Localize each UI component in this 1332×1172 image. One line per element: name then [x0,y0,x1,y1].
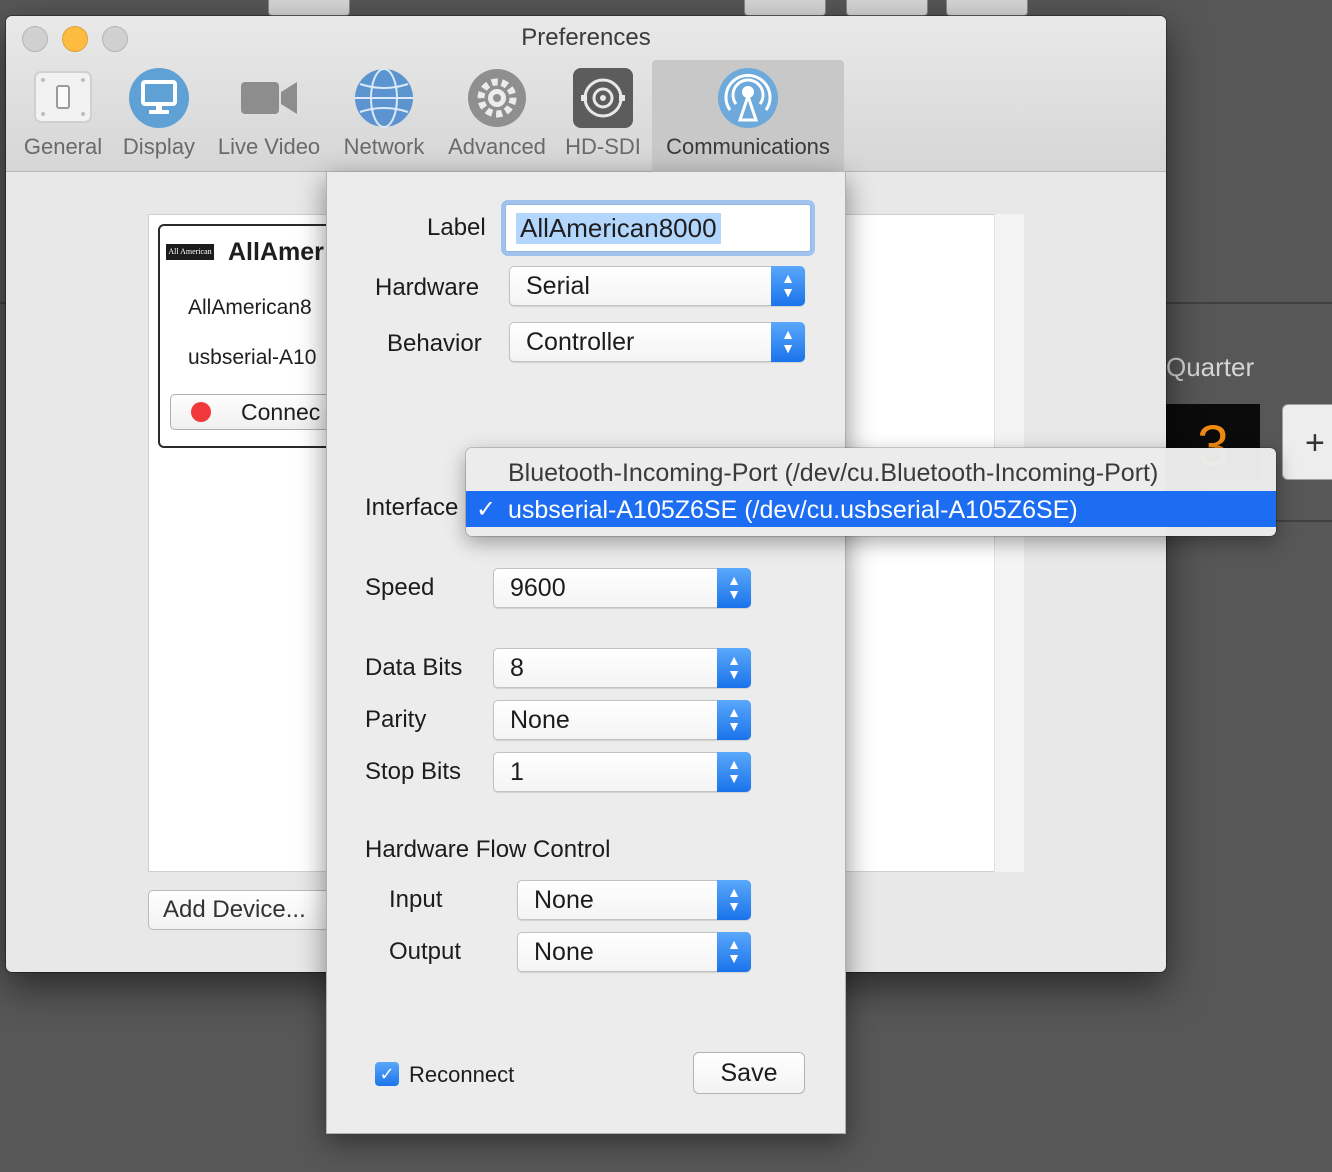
devices-scrollbar[interactable] [994,214,1024,872]
behavior-value: Controller [526,328,635,356]
tab-label: HD-SDI [565,134,641,159]
menu-item-label: usbserial-A105Z6SE (/dev/cu.usbserial-A1… [508,496,1078,524]
monitor-icon [129,68,189,128]
tab-hd-sdi[interactable]: HD-SDI [560,60,646,172]
hardware-select[interactable]: Serial ▲ ▼ [509,266,805,306]
tab-label: Network [343,134,425,159]
flow-output-value: None [534,938,594,966]
parity-select[interactable]: None ▲ ▼ [493,700,751,740]
tab-label: Display [122,134,196,159]
device-label: AllAmerican8 [188,296,312,319]
connect-label: Connec [241,399,321,425]
save-button[interactable]: Save [693,1052,805,1094]
device-logo: All American [166,244,214,260]
stepper-arrows-icon: ▲ ▼ [717,568,751,608]
antenna-icon [718,68,778,128]
menu-item-label: Bluetooth-Incoming-Port (/dev/cu.Bluetoo… [508,459,1159,487]
background-button [744,0,826,16]
stepper-arrows-icon: ▲ ▼ [717,700,751,740]
flow-input-value: None [534,886,594,914]
device-settings-sheet: Label AllAmerican8000 Hardware Serial ▲ ▼… [326,172,846,1134]
flow-control-heading: Hardware Flow Control [365,836,611,863]
flow-input-caption: Input [389,886,443,913]
stepper-arrows-icon: ▲ ▼ [717,932,751,972]
device-interface: usbserial-A10 [188,346,317,369]
status-indicator-icon [191,402,211,422]
hardware-value: Serial [526,272,590,300]
speed-caption: Speed [365,574,435,601]
flow-input-select[interactable]: None ▲ ▼ [517,880,751,920]
menu-item-bluetooth-port[interactable]: Bluetooth-Incoming-Port (/dev/cu.Bluetoo… [466,454,1276,490]
tab-communications[interactable]: Communications [652,60,844,172]
increment-button[interactable]: + [1282,404,1332,480]
interface-caption: Interface [365,494,459,521]
checkmark-icon: ✓ [476,496,497,523]
behavior-select[interactable]: Controller ▲ ▼ [509,322,805,362]
reconnect-label[interactable]: Reconnect [409,1062,514,1088]
title-bar: Preferences General Display Live Video N… [6,16,1166,172]
tab-network[interactable]: Network [336,60,432,172]
background-button [268,0,350,16]
tab-live-video[interactable]: Live Video [212,60,326,172]
window-title: Preferences [521,24,651,51]
stepper-arrows-icon: ▲ ▼ [717,752,751,792]
speed-select[interactable]: 9600 ▲ ▼ [493,568,751,608]
reconnect-checkbox[interactable]: ✓ [375,1062,399,1086]
tab-label: Communications [666,134,830,159]
tab-general[interactable]: General [18,60,108,172]
tab-advanced[interactable]: Advanced [442,60,552,172]
stop-bits-value: 1 [510,758,524,786]
data-bits-select[interactable]: 8 ▲ ▼ [493,648,751,688]
hardware-caption: Hardware [375,274,480,301]
behavior-caption: Behavior [387,330,482,357]
background-button [946,0,1028,16]
label-input[interactable]: AllAmerican8000 [505,204,811,252]
background-button [846,0,928,16]
stepper-arrows-icon: ▲ ▼ [771,322,805,362]
menu-item-usbserial-port[interactable]: ✓ usbserial-A105Z6SE (/dev/cu.usbserial-… [466,491,1276,527]
data-bits-value: 8 [510,654,524,682]
flow-output-caption: Output [389,938,462,965]
background-divider [1166,302,1332,304]
sdi-connector-icon [573,68,633,128]
device-title: AllAmer [228,238,324,266]
tab-label: Advanced [448,134,546,159]
data-bits-caption: Data Bits [365,654,463,681]
switch-icon [34,71,92,123]
gear-icon [468,69,526,127]
parity-caption: Parity [365,706,427,733]
video-camera-icon [241,82,297,114]
stop-bits-select[interactable]: 1 ▲ ▼ [493,752,751,792]
globe-icon [355,68,413,128]
label-input-value: AllAmerican8000 [516,213,721,244]
stepper-arrows-icon: ▲ ▼ [717,648,751,688]
tab-label: Live Video [217,134,321,159]
interface-dropdown-menu: Bluetooth-Incoming-Port (/dev/cu.Bluetoo… [466,448,1276,536]
tab-label: General [23,134,103,159]
label-caption: Label [427,214,486,241]
speed-value: 9600 [510,574,566,602]
flow-output-select[interactable]: None ▲ ▼ [517,932,751,972]
quarter-label: Quarter [1166,352,1255,382]
tab-display[interactable]: Display [114,60,204,172]
stop-bits-caption: Stop Bits [365,758,462,785]
parity-value: None [510,706,570,734]
stepper-arrows-icon: ▲ ▼ [771,266,805,306]
stepper-arrows-icon: ▲ ▼ [717,880,751,920]
